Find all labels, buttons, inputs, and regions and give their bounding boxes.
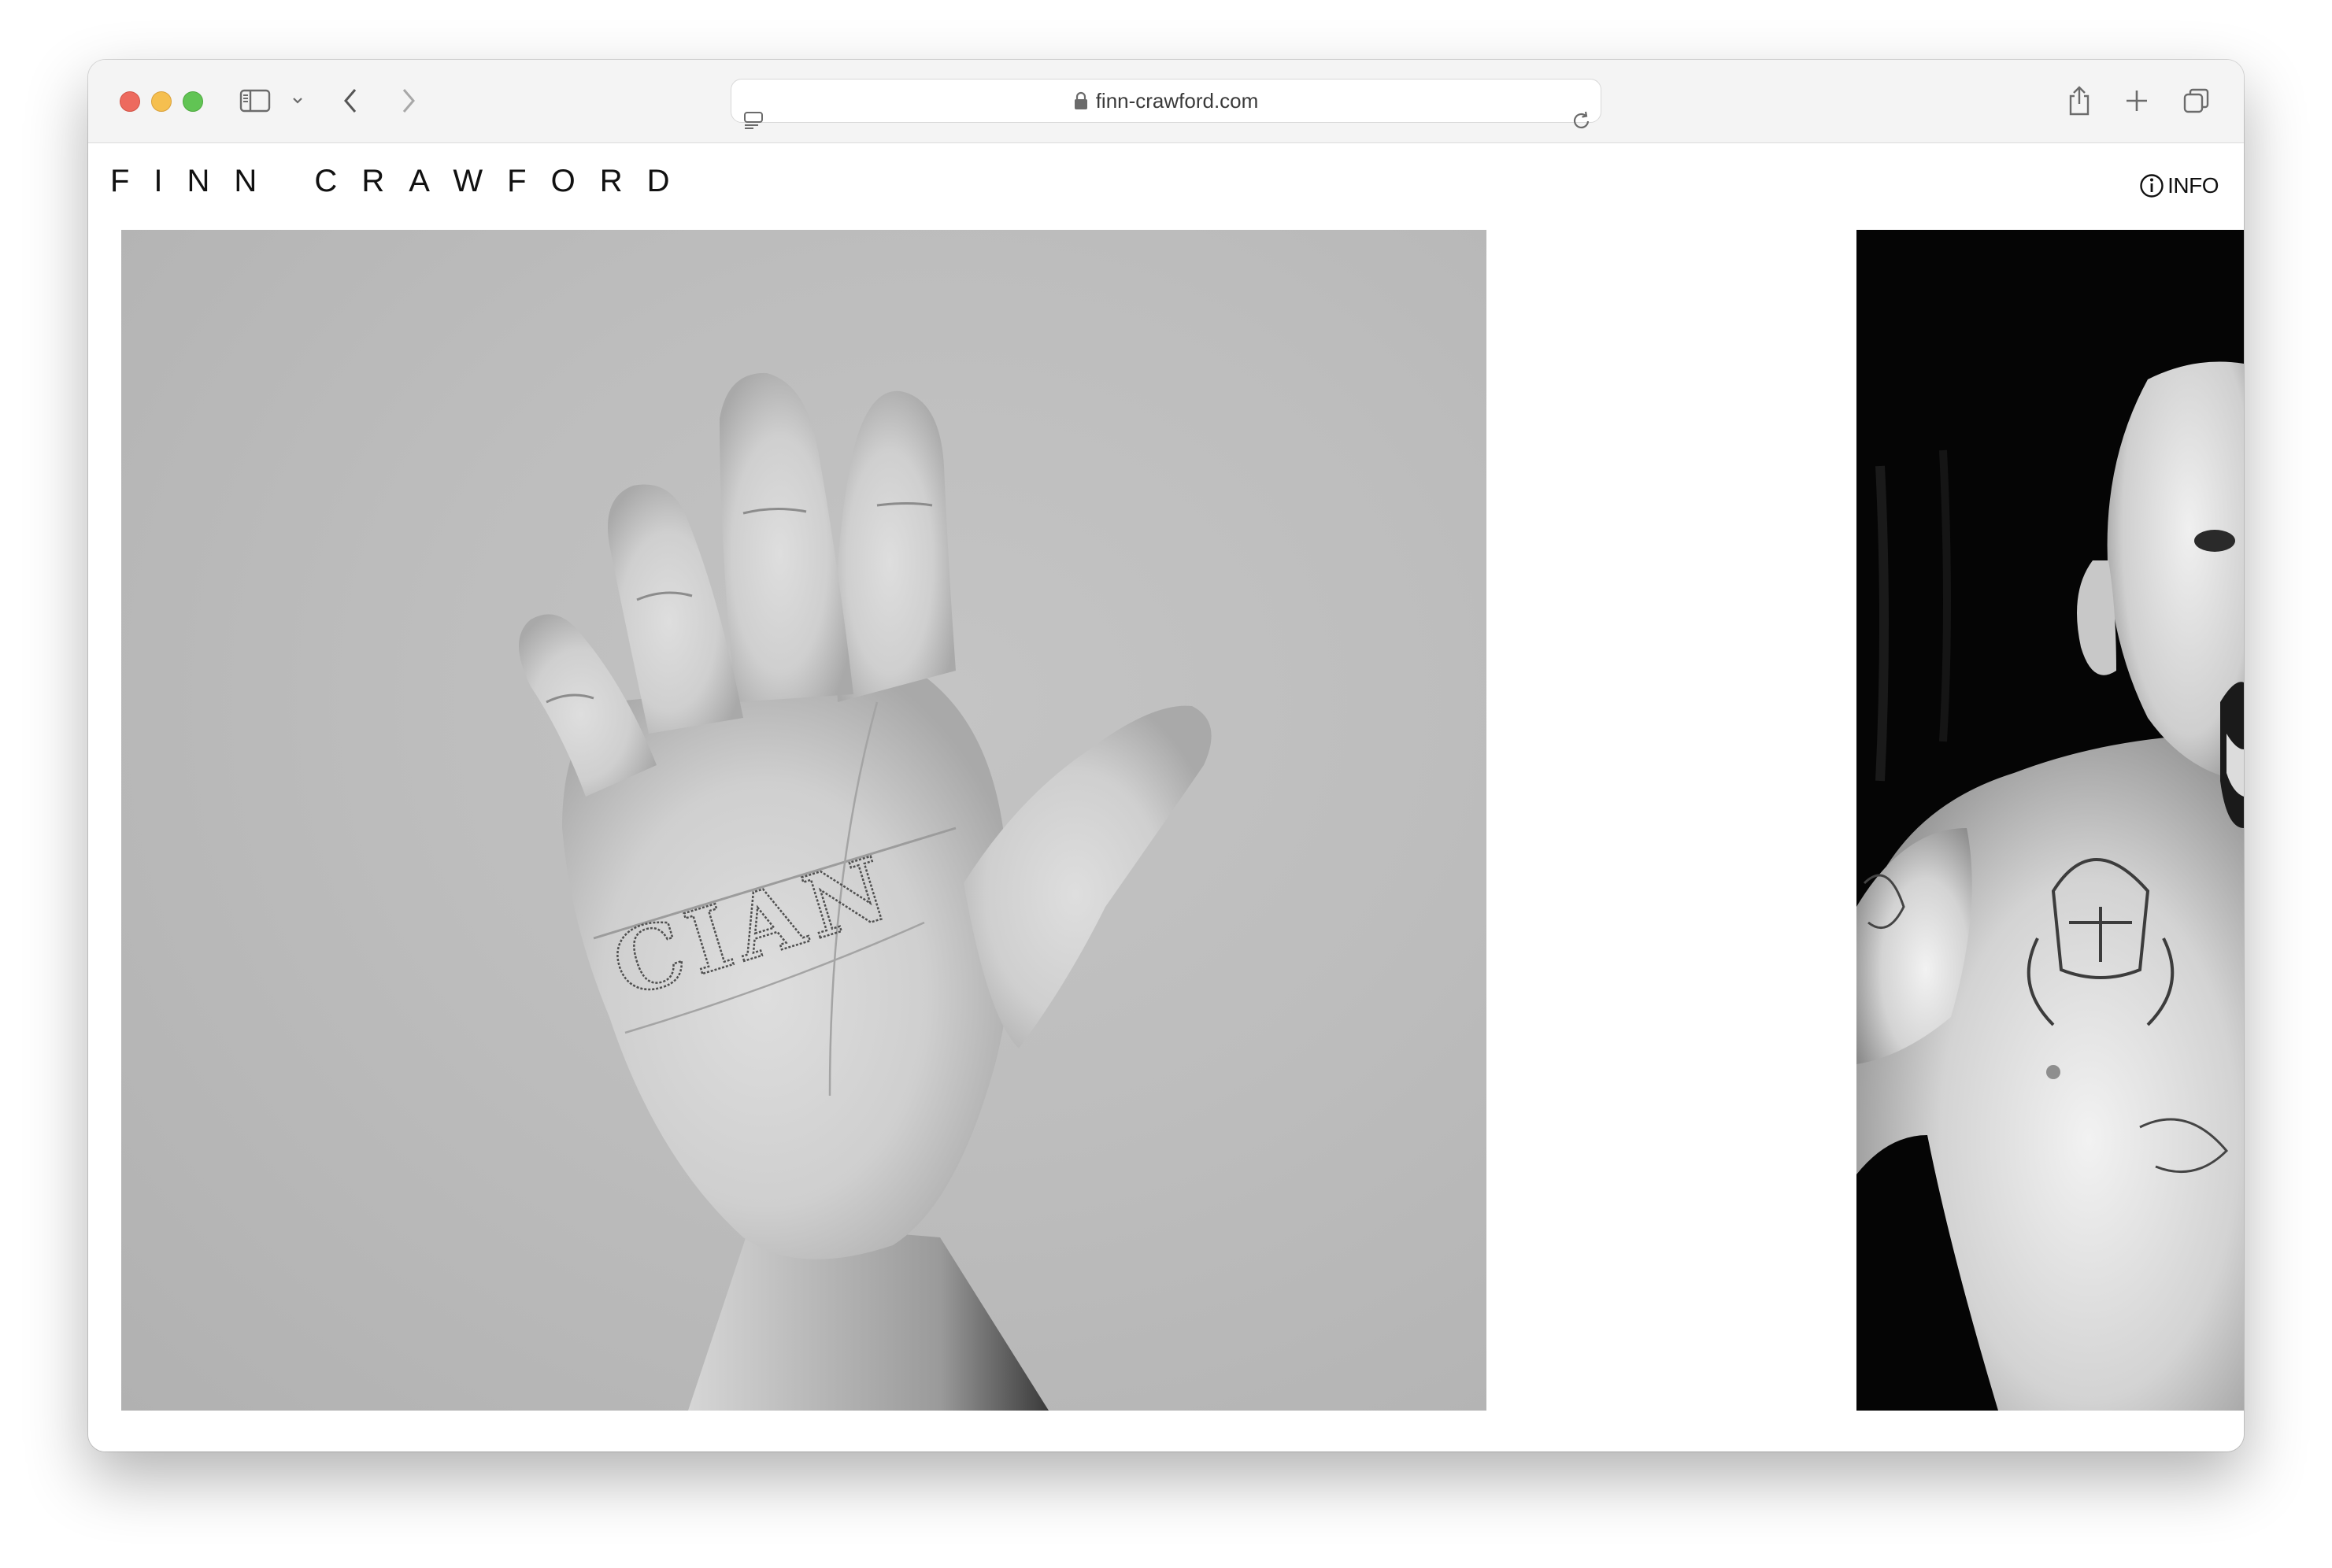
page-content: FINN CRAWFORD INFO CIAN [88,143,2244,1452]
info-link[interactable]: INFO [2139,173,2219,198]
chevron-down-icon[interactable] [291,96,304,105]
info-label: INFO [2167,173,2219,198]
url-text[interactable]: finn-crawford.com [1096,89,1259,113]
browser-toolbar: finn-crawford.com [88,60,2244,143]
zoom-window-button[interactable] [183,91,203,112]
sidebar-icon[interactable] [239,89,271,113]
reload-icon[interactable] [1571,109,1593,132]
lock-icon [1074,91,1087,109]
tabs-icon[interactable] [2182,87,2211,115]
plus-icon[interactable] [2124,88,2149,113]
chevron-left-icon[interactable] [342,87,359,114]
info-icon [2139,173,2164,198]
site-title[interactable]: FINN CRAWFORD [110,164,694,199]
browser-window: finn-crawford.com FINN CRAWFORD INFO CIA… [88,60,2244,1452]
address-bar[interactable]: finn-crawford.com [731,79,1601,129]
minimize-window-button[interactable] [151,91,172,112]
hand-photo[interactable]: CIAN [121,230,1486,1411]
chevron-right-icon[interactable] [400,87,417,114]
close-window-button[interactable] [120,91,140,112]
share-icon[interactable] [2066,85,2093,116]
portrait-photo[interactable] [1856,230,2244,1411]
